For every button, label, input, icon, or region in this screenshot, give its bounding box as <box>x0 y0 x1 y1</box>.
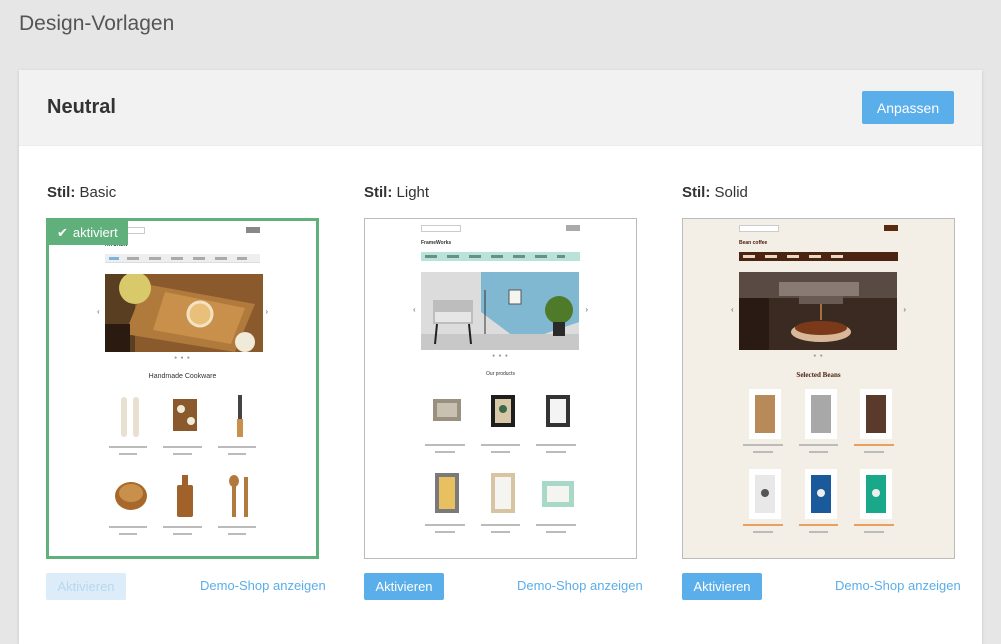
preview-section-title: Our products <box>486 371 515 377</box>
style-name: Solid <box>714 184 748 201</box>
activate-button-light[interactable]: Aktivieren <box>364 573 444 600</box>
style-prefix: Stil: <box>682 184 711 201</box>
style-heading: Stil: Solid <box>682 184 748 201</box>
demo-shop-link-solid[interactable]: Demo-Shop anzeigen <box>835 578 961 593</box>
active-badge-label: aktiviert <box>72 225 118 240</box>
hero-image <box>105 274 263 352</box>
demo-shop-link-basic[interactable]: Demo-Shop anzeigen <box>200 578 326 593</box>
style-heading: Stil: Basic <box>47 184 116 201</box>
template-panel: Neutral Anpassen Stil: Basic ✔ aktiviert … <box>19 70 982 644</box>
hero-image <box>739 272 897 350</box>
preview-shop-name: FrameWorks <box>421 240 452 246</box>
customize-button[interactable]: Anpassen <box>862 91 954 124</box>
style-name: Basic <box>79 184 117 201</box>
style-prefix: Stil: <box>47 184 76 201</box>
page-title: Design-Vorlagen <box>19 12 175 35</box>
panel-title: Neutral <box>47 96 116 118</box>
shop-preview: FrameWorks ‹ › ● ● ● Our products <box>365 219 636 558</box>
preview-section-title: Selected Beans <box>796 371 841 379</box>
template-preview-solid[interactable]: Bean coffee ‹ › ● ● Selected Beans <box>682 218 955 559</box>
preview-section-title: Handmade Cookware <box>148 373 217 380</box>
template-preview-basic[interactable]: ✔ aktiviert KITCHEN ‹ › ● ● ● Handmade C… <box>46 218 319 559</box>
template-preview-light[interactable]: FrameWorks ‹ › ● ● ● Our products <box>364 218 637 559</box>
panel-header: Neutral Anpassen <box>19 70 982 146</box>
activate-button-solid[interactable]: Aktivieren <box>682 573 762 600</box>
active-badge: ✔ aktiviert <box>49 221 128 245</box>
style-prefix: Stil: <box>364 184 393 201</box>
activate-button-basic: Aktivieren <box>46 573 126 600</box>
style-heading: Stil: Light <box>364 184 429 201</box>
shop-preview: Bean coffee ‹ › ● ● Selected Beans <box>683 219 954 558</box>
hero-image <box>421 272 579 350</box>
style-name: Light <box>396 184 430 201</box>
demo-shop-link-light[interactable]: Demo-Shop anzeigen <box>517 578 643 593</box>
check-icon: ✔ <box>57 225 68 240</box>
shop-preview: KITCHEN ‹ › ● ● ● Handmade Cookware <box>49 221 316 556</box>
preview-shop-name: Bean coffee <box>739 240 768 246</box>
